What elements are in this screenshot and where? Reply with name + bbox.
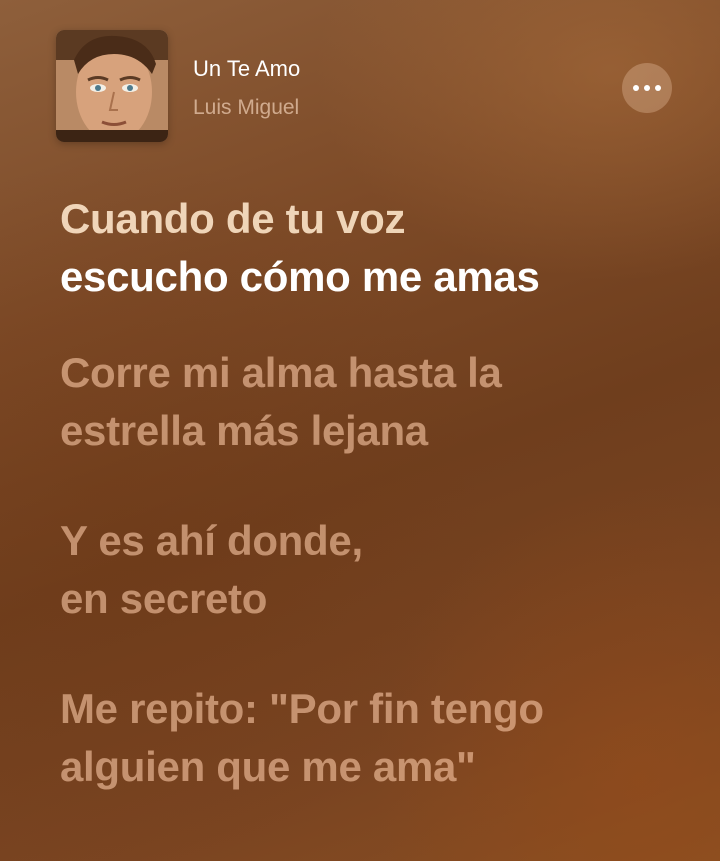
ellipsis-dot	[633, 85, 639, 91]
lyric-line: alguien que me ama"	[60, 743, 476, 790]
song-artist[interactable]: Luis Miguel	[193, 96, 299, 120]
more-options-button[interactable]	[622, 63, 672, 113]
ellipsis-icon	[633, 85, 661, 91]
lyric-line: escucho cómo me amas	[60, 253, 540, 300]
lyrics-panel: Cuando de tu voz escucho cómo me amas Co…	[60, 190, 700, 796]
ellipsis-dot	[644, 85, 650, 91]
lyric-line: Corre mi alma hasta la	[60, 349, 502, 396]
lyric-line: Cuando de tu voz	[60, 195, 406, 242]
lyric-verse-active[interactable]: Cuando de tu voz escucho cómo me amas	[60, 190, 700, 306]
album-cover-portrait-icon	[56, 30, 168, 142]
lyric-line: en secreto	[60, 575, 268, 622]
lyrics-screen: Un Te Amo Luis Miguel Cuando de tu voz e…	[0, 0, 720, 861]
lyric-verse[interactable]: Y es ahí donde, en secreto	[60, 512, 700, 628]
lyric-verse[interactable]: Corre mi alma hasta la estrella más leja…	[60, 344, 700, 460]
ellipsis-dot	[655, 85, 661, 91]
lyric-line: estrella más lejana	[60, 407, 428, 454]
lyric-line: Me repito: "Por fin tengo	[60, 685, 544, 732]
lyric-line: Y es ahí donde,	[60, 517, 363, 564]
album-art[interactable]	[56, 30, 168, 142]
song-title: Un Te Amo	[193, 56, 301, 81]
now-playing-header: Un Te Amo Luis Miguel	[0, 0, 720, 160]
lyric-verse[interactable]: Me repito: "Por fin tengo alguien que me…	[60, 680, 700, 796]
